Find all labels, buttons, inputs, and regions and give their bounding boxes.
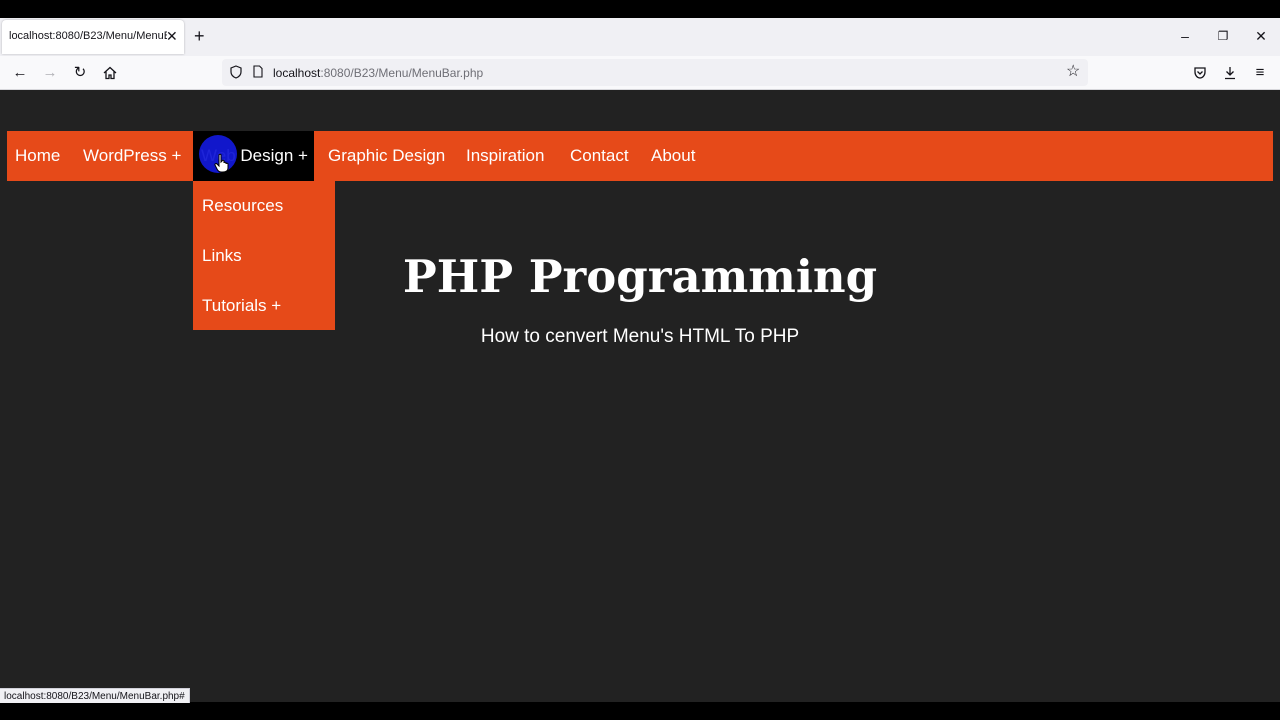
hero-title: PHP Programming	[402, 250, 878, 303]
menu-item-graphic-design[interactable]: Graphic Design	[320, 131, 453, 181]
menu-bar: Home WordPress + Web Design + Graphic De…	[7, 131, 1273, 181]
shield-icon[interactable]	[230, 65, 242, 79]
page-content: Home WordPress + Web Design + Graphic De…	[0, 90, 1280, 702]
page-icon	[253, 65, 263, 78]
plus-icon[interactable]: +	[194, 26, 205, 46]
menu-item-contact[interactable]: Contact	[562, 131, 637, 181]
bottom-black-strip	[0, 703, 1280, 720]
minimize-button[interactable]: –	[1175, 26, 1195, 46]
forward-icon[interactable]: →	[39, 62, 61, 84]
browser-tab[interactable]: localhost:8080/B23/Menu/MenuBar.php ✕	[2, 20, 184, 54]
hand-cursor-icon	[214, 153, 229, 173]
reload-icon[interactable]: ↻	[69, 62, 91, 84]
pocket-icon[interactable]	[1189, 62, 1211, 84]
menu-item-about[interactable]: About	[643, 131, 703, 181]
dropdown-item-resources[interactable]: Resources	[193, 181, 335, 231]
browser-tab-bar: localhost:8080/B23/Menu/MenuBar.php ✕ + …	[0, 18, 1280, 56]
menu-item-wordpress[interactable]: WordPress +	[75, 131, 189, 181]
url-bar[interactable]: localhost:8080/B23/Menu/MenuBar.php ☆	[222, 59, 1088, 86]
home-icon[interactable]	[99, 62, 121, 84]
close-icon[interactable]: ✕	[166, 28, 178, 44]
tab-title: localhost:8080/B23/Menu/MenuBar.php	[9, 30, 167, 42]
hamburger-menu-icon[interactable]: ≡	[1249, 62, 1271, 84]
window-close-button[interactable]: ✕	[1251, 26, 1271, 46]
bookmark-star-icon[interactable]: ☆	[1066, 63, 1080, 81]
restore-button[interactable]: ❐	[1213, 26, 1233, 46]
menu-item-inspiration[interactable]: Inspiration	[458, 131, 552, 181]
download-icon[interactable]	[1219, 62, 1241, 84]
menu-item-home[interactable]: Home	[7, 131, 68, 181]
browser-toolbar: ← → ↻ localhost:8080/B23/Menu/MenuBar.ph…	[0, 56, 1280, 90]
url-host: localhost	[273, 66, 321, 80]
back-icon[interactable]: ←	[9, 62, 31, 84]
url-text[interactable]: localhost:8080/B23/Menu/MenuBar.php	[273, 66, 483, 80]
hero-subtitle: How to cenvert Menu's HTML To PHP	[480, 326, 800, 347]
top-black-strip	[0, 0, 1280, 18]
url-path: :8080/B23/Menu/MenuBar.php	[320, 66, 484, 80]
